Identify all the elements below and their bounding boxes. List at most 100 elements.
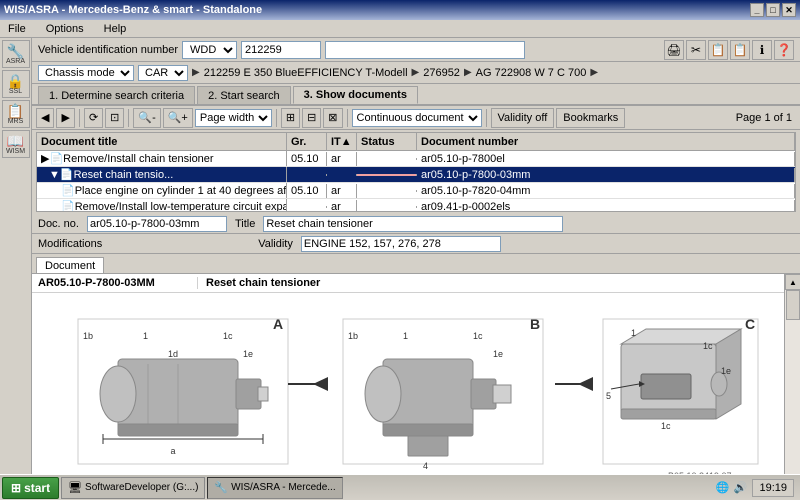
tab-search-criteria[interactable]: 1. Determine search criteria xyxy=(38,86,195,104)
row0-expand[interactable]: ▶ xyxy=(41,152,49,165)
svg-text:1: 1 xyxy=(403,331,408,341)
doc-title-input[interactable] xyxy=(263,216,563,232)
vehicle-input[interactable] xyxy=(241,41,321,59)
zoom-out-button[interactable]: 🔍- xyxy=(133,108,160,128)
sidebar-icon-ssl[interactable]: 🔒 SSL xyxy=(2,70,30,98)
toolbar-sep-4 xyxy=(347,109,348,127)
validity-button[interactable]: Validity off xyxy=(491,108,555,128)
row2-title[interactable]: 📄 Place engine on cylinder 1 at 40 degre… xyxy=(37,183,287,198)
copy-icon[interactable]: 📋 xyxy=(708,40,728,60)
car-dropdown[interactable]: CAR xyxy=(138,65,188,81)
row0-icon: 📄 xyxy=(49,152,63,165)
validity-input[interactable] xyxy=(301,236,501,252)
document-viewer: AR05.10-P-7800-03MM Reset chain tensione… xyxy=(32,274,800,500)
vehicle-search-input[interactable] xyxy=(325,41,525,59)
chassis-ag: AG 722908 W 7 C 700 xyxy=(476,67,587,79)
vehicle-dropdown-wdd[interactable]: WDD xyxy=(182,41,237,59)
zoom-in-button[interactable]: 🔍+ xyxy=(163,108,193,128)
row0-status xyxy=(357,158,417,160)
nav-forward-button[interactable]: ▶ xyxy=(56,108,74,128)
doc-id: AR05.10-P-7800-03MM xyxy=(38,277,198,289)
row2-status xyxy=(357,190,417,192)
row0-it: ar xyxy=(327,152,357,166)
svg-text:1: 1 xyxy=(631,328,636,338)
menu-help[interactable]: Help xyxy=(100,22,131,36)
view-double-button[interactable]: ⊟ xyxy=(302,108,321,128)
maximize-button[interactable]: □ xyxy=(766,3,780,17)
sidebar-icon-asra[interactable]: 🔧 ASRA xyxy=(2,40,30,68)
doc-viewer-header: AR05.10-P-7800-03MM Reset chain tensione… xyxy=(32,274,784,293)
menu-options[interactable]: Options xyxy=(42,22,88,36)
doc-tab-document[interactable]: Document xyxy=(36,257,104,273)
home-button[interactable]: ⊡ xyxy=(105,108,124,128)
taskbar-item-software[interactable]: 🖥 SoftwareDeveloper (G:...) xyxy=(61,477,205,499)
menu-file[interactable]: File xyxy=(4,22,30,36)
minimize-button[interactable]: _ xyxy=(750,3,764,17)
view-full-button[interactable]: ⊠ xyxy=(323,108,342,128)
svg-text:A: A xyxy=(273,316,283,332)
taskbar-icon-sw: 🖥 xyxy=(68,481,82,494)
sidebar-icon-mrs[interactable]: 📋 MRS xyxy=(2,100,30,128)
scroll-up-button[interactable]: ▲ xyxy=(785,274,800,290)
tab-start-search[interactable]: 2. Start search xyxy=(197,86,291,104)
svg-text:1b: 1b xyxy=(83,331,93,341)
start-button[interactable]: ⊞ start xyxy=(2,477,59,499)
row1-expand[interactable]: ▼ xyxy=(49,169,60,181)
tab-show-documents[interactable]: 3. Show documents xyxy=(293,86,418,104)
table-row[interactable]: ▼ 📄 Reset chain tensio... ar05.10-p-7800… xyxy=(37,167,795,183)
scroll-thumb[interactable] xyxy=(786,290,800,320)
chassis-mode-dropdown[interactable]: Chassis mode xyxy=(38,65,134,81)
illustration-area: A B C xyxy=(32,293,784,500)
col-header-docnum[interactable]: Document number xyxy=(417,133,795,150)
table-row[interactable]: ▶ 📄 Remove/Install chain tensioner 05.10… xyxy=(37,151,795,167)
row0-title[interactable]: ▶ 📄 Remove/Install chain tensioner xyxy=(37,151,287,166)
close-button[interactable]: ✕ xyxy=(782,3,796,17)
doc-type-select[interactable]: Continuous document xyxy=(352,109,482,127)
table-row[interactable]: 📄 Remove/Install low-temperature circuit… xyxy=(37,199,795,212)
view-single-button[interactable]: ⊞ xyxy=(281,108,300,128)
row2-icon: 📄 xyxy=(61,184,75,197)
info-icon[interactable]: ℹ xyxy=(752,40,772,60)
refresh-button[interactable]: ⟳ xyxy=(84,108,103,128)
tray-network-icon: 🌐 xyxy=(714,480,730,496)
table-row[interactable]: 📄 Place engine on cylinder 1 at 40 degre… xyxy=(37,183,795,199)
print-icon[interactable]: 🖨 xyxy=(664,40,684,60)
row3-it: ar xyxy=(327,200,357,213)
doc-title-label: Title xyxy=(235,218,255,230)
modifications-label: Modifications xyxy=(38,238,102,250)
svg-text:1c: 1c xyxy=(223,331,233,341)
sidebar-icon-wism[interactable]: 📖 WISM xyxy=(2,130,30,158)
svg-text:1e: 1e xyxy=(721,366,731,376)
col-header-it[interactable]: IT▲ xyxy=(327,133,357,150)
toolbar-sep-2 xyxy=(128,109,129,127)
page-indicator: Page 1 of 1 xyxy=(736,112,796,124)
row1-title[interactable]: ▼ 📄 Reset chain tensio... xyxy=(37,167,287,182)
scroll-track[interactable] xyxy=(785,290,800,484)
taskbar-icon-wis: 🔧 xyxy=(214,481,228,494)
svg-text:4: 4 xyxy=(423,461,428,471)
scissors-icon[interactable]: ✂ xyxy=(686,40,706,60)
help-icon[interactable]: ❓ xyxy=(774,40,794,60)
row3-icon: 📄 xyxy=(61,200,75,212)
row2-gr: 05.10 xyxy=(287,184,327,198)
title-bar: WIS/ASRA - Mercedes-Benz & smart - Stand… xyxy=(0,0,800,20)
chassis-arrow4: ▶ xyxy=(590,67,598,78)
doc-no-input[interactable] xyxy=(87,216,227,232)
svg-text:1c: 1c xyxy=(703,341,713,351)
paste-icon[interactable]: 📋 xyxy=(730,40,750,60)
col-header-status[interactable]: Status xyxy=(357,133,417,150)
vertical-scrollbar[interactable]: ▲ ▼ xyxy=(784,274,800,500)
menu-bar: File Options Help xyxy=(0,20,800,38)
vin-text: 212259 E 350 BlueEFFICIENCY T-Modell xyxy=(204,67,408,79)
row3-title[interactable]: 📄 Remove/Install low-temperature circuit… xyxy=(37,199,287,212)
toolbar-sep-5 xyxy=(486,109,487,127)
svg-text:1b: 1b xyxy=(348,331,358,341)
col-header-title[interactable]: Document title xyxy=(37,133,287,150)
col-header-gr[interactable]: Gr. xyxy=(287,133,327,150)
toolbar-sep-3 xyxy=(276,109,277,127)
taskbar-item-wisasra[interactable]: 🔧 WIS/ASRA - Mercede... xyxy=(207,477,342,499)
chain-tensioner-illustration: A B C xyxy=(48,309,768,484)
bookmarks-button[interactable]: Bookmarks xyxy=(556,108,625,128)
zoom-select[interactable]: Page width xyxy=(195,109,272,127)
nav-back-button[interactable]: ◀ xyxy=(36,108,54,128)
